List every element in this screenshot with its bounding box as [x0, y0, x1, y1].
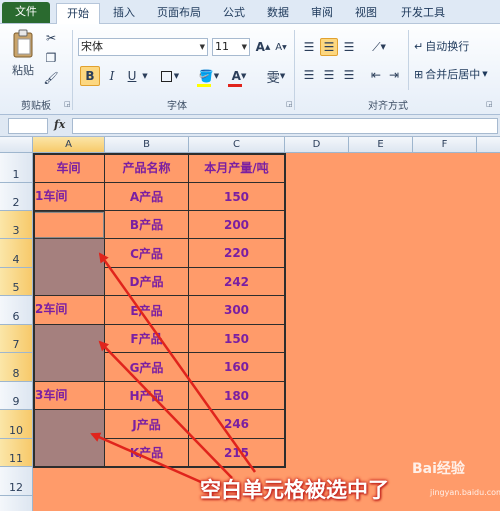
annotation-text: 空白单元格被选中了	[200, 478, 389, 502]
arrow-to-row10	[90, 432, 211, 488]
arrow-to-row4	[98, 252, 257, 473]
watermark-logo: Bai经验	[412, 461, 465, 477]
annotation-arrows	[90, 252, 257, 488]
watermark-url: jingyan.baidu.com	[430, 488, 500, 497]
